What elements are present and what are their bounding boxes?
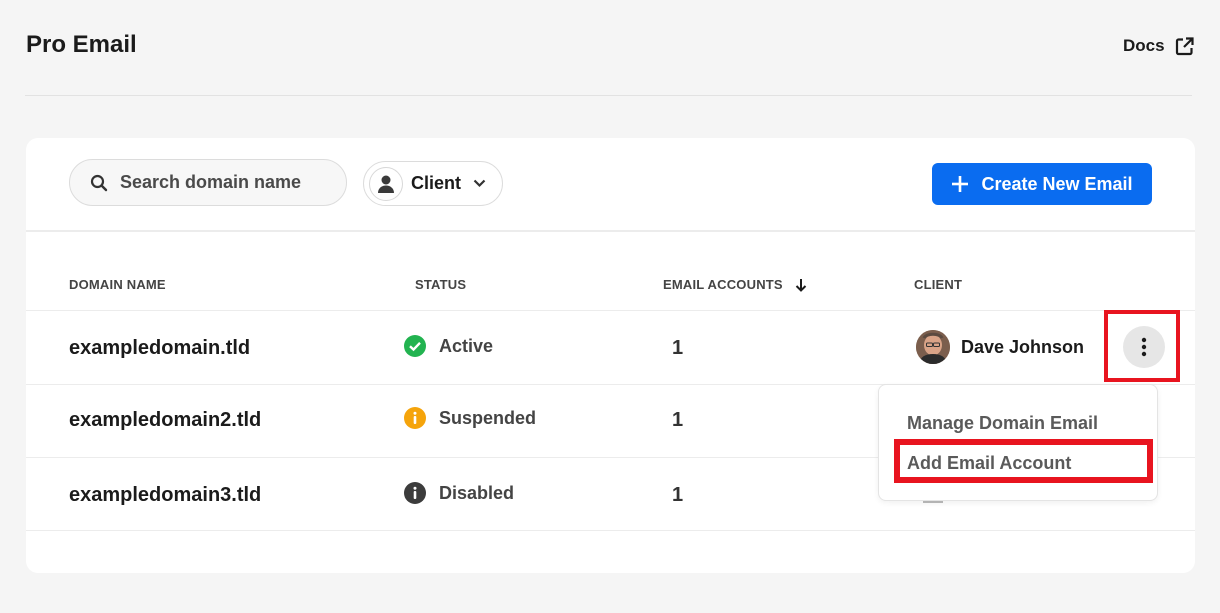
domains-card: Client Create New Email DOMAIN NAME STAT… <box>26 138 1195 573</box>
info-circle-icon <box>404 482 426 504</box>
email-accounts-count: 1 <box>672 484 684 506</box>
more-vertical-icon <box>1141 337 1147 357</box>
row-actions-menu: Manage Domain Email Add Email Account <box>878 384 1158 501</box>
docs-link[interactable]: Docs <box>1123 36 1194 56</box>
avatar <box>916 330 950 364</box>
client-name: Dave Johnson <box>961 336 1085 357</box>
menu-item-manage-domain-email[interactable]: Manage Domain Email <box>907 413 1098 434</box>
client-filter-label: Client <box>411 173 462 193</box>
domain-name-cell[interactable]: exampledomain3.tld <box>69 484 261 507</box>
plus-icon <box>951 175 969 193</box>
status-cell: Disabled <box>404 482 514 504</box>
row-actions-button[interactable] <box>1123 326 1165 368</box>
page-title: Pro Email <box>26 31 137 58</box>
status-label: Disabled <box>439 482 515 503</box>
domain-name-cell[interactable]: exampledomain2.tld <box>69 409 261 432</box>
create-new-email-button[interactable]: Create New Email <box>932 163 1152 205</box>
create-new-email-label: Create New Email <box>981 173 1133 194</box>
table-row: exampledomain.tld Active 1 Dave Johnson <box>26 311 1195 384</box>
search-input[interactable] <box>120 172 330 193</box>
status-label: Suspended <box>439 407 537 428</box>
sort-arrow-down-icon <box>795 278 807 292</box>
docs-label: Docs <box>1123 36 1165 55</box>
search-box[interactable] <box>69 159 347 206</box>
row-divider <box>26 530 1195 531</box>
chevron-down-icon <box>473 179 486 188</box>
search-icon <box>90 174 108 192</box>
column-header-email-accounts[interactable]: EMAIL ACCOUNTS <box>663 277 807 292</box>
user-icon <box>369 166 403 201</box>
header-divider <box>25 95 1192 96</box>
hidden-content-divider <box>923 501 943 503</box>
external-link-icon <box>1175 36 1194 56</box>
column-header-domain-name[interactable]: DOMAIN NAME <box>69 277 166 292</box>
client-cell[interactable]: Dave Johnson <box>916 330 1084 364</box>
menu-item-add-email-account[interactable]: Add Email Account <box>907 453 1071 474</box>
client-filter-dropdown[interactable]: Client <box>363 161 503 206</box>
status-cell: Active <box>404 335 493 357</box>
domain-name-cell[interactable]: exampledomain.tld <box>69 337 250 360</box>
info-circle-icon <box>404 407 426 429</box>
email-accounts-count: 1 <box>672 409 684 431</box>
email-accounts-count: 1 <box>672 337 684 359</box>
column-header-email-accounts-label: EMAIL ACCOUNTS <box>663 277 783 292</box>
status-cell: Suspended <box>404 407 536 429</box>
toolbar-divider <box>26 230 1195 232</box>
status-label: Active <box>439 335 494 356</box>
column-header-status[interactable]: STATUS <box>415 277 466 292</box>
check-circle-icon <box>404 335 426 357</box>
column-header-client[interactable]: CLIENT <box>914 277 962 292</box>
